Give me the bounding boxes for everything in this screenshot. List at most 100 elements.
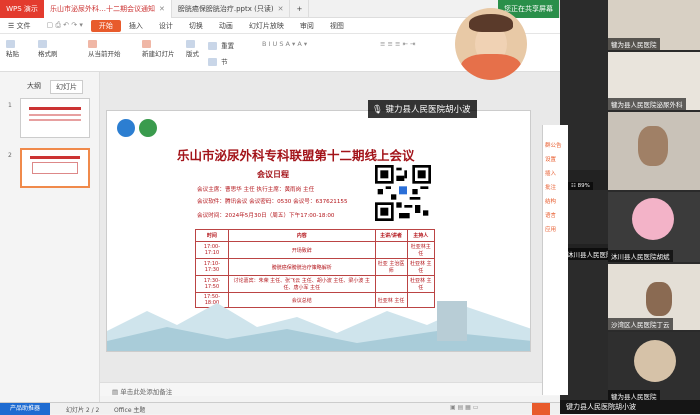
paste-button[interactable]: 粘贴 [6,40,19,58]
hospital-logo [117,119,135,137]
section-icon [208,58,217,66]
video-conference-panel: 犍为县人民医院 犍为县人民医院泌尿外科 沐川县人民医院胡斌 沙湾区人民医院丁云 … [560,0,700,414]
participant-name: 沐川县人民医院胡斌 [608,250,673,262]
side-label[interactable]: 结构 [545,195,568,209]
tab-document-2[interactable]: 膀胱癌保膀胱治疗.pptx (只读) ✕ [172,0,291,18]
chair-info: 会议主席：曹思华 主任 执行主席：黄雨岗 主任 [197,187,315,193]
menu-start[interactable]: 开始 [90,19,121,32]
theme-name: Office 主题 [114,407,146,414]
menu-design[interactable]: 设计 [151,21,181,31]
layout-button[interactable]: 版式 [186,40,199,58]
tab-label: 乐山市泌尿外科…十二期会议通知 [50,4,155,13]
table-header-row: 时间 内容 主讲/讲者 主持人 [195,229,435,242]
participant-name: 沐川县人民医院 [564,248,608,260]
side-label[interactable]: 设置 [545,153,568,167]
menu-insert[interactable]: 插入 [121,21,151,31]
slide-title: 乐山市泌尿外科专科联盟第十二期线上会议 [177,148,415,163]
participant-tile[interactable]: 沙湾区人民医院丁云 [608,264,700,330]
menu-slideshow[interactable]: 幻灯片放映 [241,21,292,31]
menu-animation[interactable]: 动画 [211,21,241,31]
table-cell [374,241,408,259]
play-slideshow-button[interactable] [532,403,550,415]
product-boost-button[interactable]: 产品助推器 [0,403,50,415]
active-speaker-label: 🎙 键力县人民医院胡小波 [368,100,477,118]
side-label[interactable]: 群公告 [545,139,568,153]
participant-tile[interactable]: 犍为县人民医院泌尿外科 [608,52,700,110]
close-icon[interactable]: ✕ [159,5,165,13]
reset-icon [208,42,217,50]
status-bar: 产品助推器 幻灯片 2 / 2 Office 主题 ▣ ▤ ▦ ▭ [0,402,560,415]
table-cell: 膀胱癌保膀胱治疗策略解析 [227,258,376,276]
section-button[interactable]: 节 [208,56,228,66]
software-info: 会议软件：腾讯会议 会议密码：0530 会议号：637621155 [197,199,348,205]
table-cell: 杜亚林主任 [406,241,435,259]
table-cell: 杜亚 主治医师 [374,258,408,276]
slide-indicator: 幻灯片 2 / 2 [66,407,100,414]
file-menu[interactable]: ☰ 文件 [0,21,39,31]
speaker-avatar [455,8,527,80]
slide-thumbnail-pane: 大纲 幻灯片 1 2 [0,72,100,402]
slide-canvas[interactable]: 乐山市泌尿外科专科联盟第十二期线上会议 会议日程 会议主席：曹思华 主任 执行主… [100,72,560,382]
side-label[interactable]: 语言 [545,209,568,223]
microphone-icon: 🎙 [372,105,383,115]
participant-tile[interactable] [608,112,700,190]
format-painter-button[interactable]: 格式刷 [38,40,58,58]
paragraph-controls[interactable]: ≡ ≡ ≡ ⇤ ⇥ [380,40,416,48]
menu-icons: ▢ ⎙ ↶ ↷ ▾ [46,21,83,29]
tab-outline[interactable]: 大纲 [22,80,46,92]
slide-number: 2 [8,152,12,159]
participant-name: ☷ 89% [568,182,593,190]
participant-name: 沙湾区人民医院丁云 [608,318,673,330]
wps-app-button[interactable]: WPS 演示 [0,0,44,18]
participant-name: 犍为县人民医院 [608,38,660,50]
time-info: 会议时间：2024年5月30日（周五）下午17:00-18:00 [197,213,335,219]
side-label[interactable]: 插入 [545,167,568,181]
bottom-controls: 键力县人民医院胡小波 [560,400,700,414]
slide-thumbnail-1[interactable] [20,98,90,138]
menu-view[interactable]: 视图 [322,21,352,31]
new-slide-button[interactable]: 新建幻灯片 [142,40,175,58]
tab-slides[interactable]: 幻灯片 [50,80,83,94]
font-controls[interactable]: B I U S A ▾ A ▾ [262,40,307,48]
plus-icon: + [296,4,303,13]
participant-tile[interactable]: 犍为县人民医院 [608,0,700,50]
avatar [634,340,676,382]
landscape-background [107,301,530,351]
column-header: 时间 [195,229,229,242]
speaker-name-footer: 键力县人民医院胡小波 [566,403,636,411]
participant-tile-small[interactable]: ☷ 89% [568,170,608,190]
participant-tile-small[interactable]: 沐川县人民医院 [564,244,608,260]
side-label[interactable]: 应用 [545,223,568,237]
paste-icon [6,40,15,48]
close-icon[interactable]: ✕ [278,5,284,13]
column-header: 主持人 [406,229,435,242]
table-cell: 17:00-17:10 [195,241,229,259]
current-slide[interactable]: 乐山市泌尿外科专科联盟第十二期线上会议 会议日程 会议主席：曹思华 主任 执行主… [106,110,531,352]
alliance-logo [139,119,157,137]
table-cell: 杜亚林 主任 [406,258,435,276]
notes-placeholder: 单击此处添加备注 [120,388,173,396]
play-from-current-button[interactable]: 从当前开始 [88,40,121,58]
slide-thumbnail-2[interactable] [20,148,90,188]
column-header: 内容 [227,229,376,242]
table-cell: 开场致辞 [227,241,376,259]
brush-icon [38,40,47,48]
menu-review[interactable]: 审阅 [292,21,322,31]
notes-area[interactable]: ▤ 单击此处添加备注 [100,382,560,396]
view-buttons[interactable]: ▣ ▤ ▦ ▭ [450,404,478,411]
participant-tile[interactable]: 犍为县人民医院 [608,332,700,402]
add-tab-button[interactable]: + [290,0,310,18]
participant-tile[interactable]: 沐川县人民医院胡斌 [608,192,700,262]
participant-name: 犍为县人民医院泌尿外科 [608,98,686,110]
new-slide-icon [142,40,151,48]
play-icon [88,40,97,48]
side-label[interactable]: 批注 [545,181,568,195]
schedule-heading: 会议日程 [257,170,289,179]
layout-icon [186,40,195,48]
reset-button[interactable]: 重置 [208,40,234,50]
menu-transition[interactable]: 切换 [181,21,211,31]
participant-video [638,126,668,166]
column-header: 主讲/讲者 [374,229,408,242]
tab-document-1[interactable]: 乐山市泌尿外科…十二期会议通知 ✕ [44,0,172,18]
notes-icon: ▤ [112,388,121,396]
